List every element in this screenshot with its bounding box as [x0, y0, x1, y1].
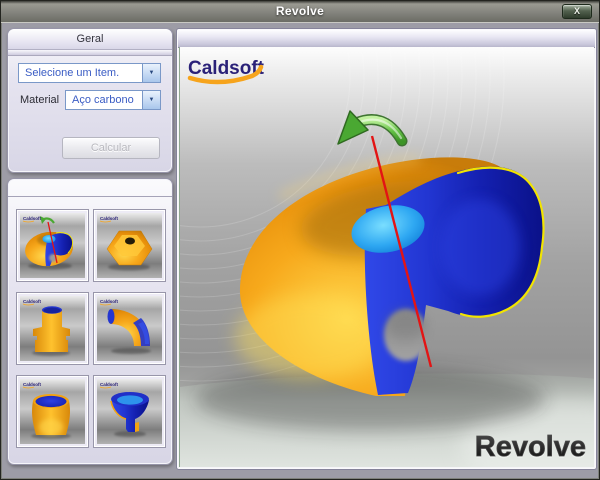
panel-general-header: Geral: [8, 29, 172, 50]
watermark: Revolve Revolve: [475, 431, 586, 465]
svg-text:Caldsoft: Caldsoft: [100, 382, 119, 387]
viewport-panel: Caldsoft Revolve Revolve: [176, 28, 597, 470]
panel-gallery: Caldsoft Caldsoft: [7, 178, 173, 465]
viewport-3d-canvas[interactable]: Caldsoft Revolve Revolve: [179, 47, 594, 467]
chevron-down-icon[interactable]: ▼: [142, 64, 160, 82]
gallery-thumb-elbow[interactable]: Caldsoft: [93, 292, 166, 365]
panel-gallery-header: [8, 179, 172, 197]
material-label: Material: [20, 94, 59, 106]
gallery-thumb-cylinder-open-top[interactable]: Caldsoft: [16, 375, 89, 448]
calculate-button[interactable]: Calcular: [62, 137, 160, 159]
window-body: Geral Selecione um Item. ▼ Material Aço …: [2, 23, 598, 478]
gallery-thumb-torus-cutaway[interactable]: Caldsoft: [16, 209, 89, 282]
item-select[interactable]: Selecione um Item. ▼: [18, 63, 161, 83]
thumb-flange-image: Caldsoft: [20, 296, 85, 361]
svg-text:Caldsoft: Caldsoft: [23, 216, 42, 221]
material-select[interactable]: Aço carbono ▼: [65, 90, 161, 110]
chevron-down-icon[interactable]: ▼: [142, 91, 160, 109]
render-scene: Caldsoft Revolve Revolve: [180, 47, 594, 467]
panel-general: Geral Selecione um Item. ▼ Material Aço …: [7, 28, 173, 173]
viewport-header: [178, 30, 595, 48]
thumb-funnel-image: Caldsoft: [97, 379, 162, 444]
svg-text:Caldsoft: Caldsoft: [23, 382, 42, 387]
panel-separator: [8, 50, 172, 56]
svg-text:Caldsoft: Caldsoft: [23, 299, 42, 304]
material-select-value: Aço carbono: [66, 91, 142, 109]
close-icon: X: [563, 5, 591, 18]
svg-text:Caldsoft: Caldsoft: [100, 216, 119, 221]
gallery-thumb-funnel-cutaway[interactable]: Caldsoft: [93, 375, 166, 448]
app-window: Revolve X: [0, 0, 600, 480]
svg-text:Caldsoft: Caldsoft: [100, 299, 119, 304]
thumb-hex-image: Caldsoft: [97, 213, 162, 278]
close-button[interactable]: X: [562, 4, 592, 19]
item-select-value: Selecione um Item.: [19, 64, 142, 82]
titlebar: Revolve X: [1, 1, 599, 23]
gallery-thumb-flanged-cylinder[interactable]: Caldsoft: [16, 292, 89, 365]
svg-text:Revolve: Revolve: [475, 431, 586, 463]
rotate-arrow-icon: [338, 111, 402, 144]
gallery-thumb-hex-cap[interactable]: Caldsoft: [93, 209, 166, 282]
thumb-elbow-image: Caldsoft: [97, 296, 162, 361]
panel-general-title: Geral: [77, 33, 104, 45]
window-title: Revolve: [1, 4, 599, 18]
thumb-cylinder-image: Caldsoft: [20, 379, 85, 444]
torus-model: [235, 157, 544, 396]
thumb-torus-image: Caldsoft: [20, 213, 85, 278]
brand-logo: Caldsoft: [188, 58, 265, 82]
